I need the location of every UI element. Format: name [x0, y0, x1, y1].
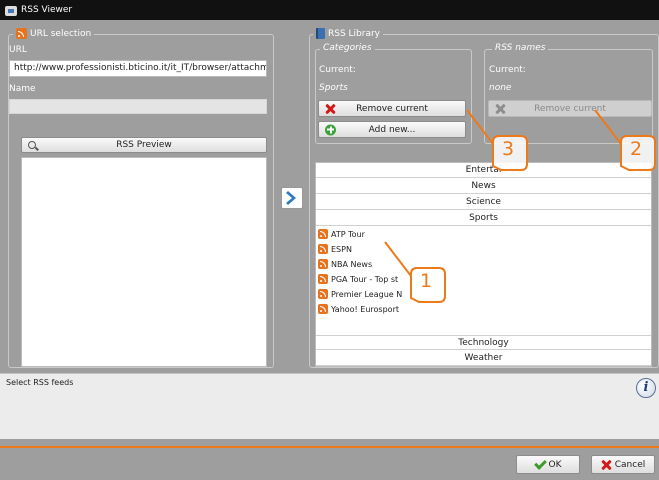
name-label: Name: [9, 84, 36, 94]
rss-icon: [16, 28, 27, 39]
feed-item[interactable]: ATP Tour: [318, 228, 365, 240]
remove-icon: [495, 104, 505, 114]
magnifier-icon: [28, 141, 36, 149]
add-to-library-button[interactable]: [281, 187, 303, 209]
remove-icon: [325, 104, 335, 114]
categories-current-value: Sports: [319, 83, 348, 93]
rss-icon: [318, 304, 328, 314]
rss-preview-area[interactable]: [21, 157, 267, 367]
feed-label: NBA News: [331, 259, 373, 269]
url-label: URL: [9, 45, 27, 55]
app-icon: [5, 6, 17, 16]
add-icon: [325, 124, 336, 135]
callout-2: 2: [594, 109, 657, 172]
rss-icon: [318, 229, 328, 239]
remove-category-label: Remove current: [356, 103, 428, 114]
rss-names-current-label: Current:: [489, 65, 526, 75]
rss-library-legend: RSS Library: [313, 28, 384, 39]
category-item-weather[interactable]: Weather: [316, 351, 651, 366]
callout-3: 3: [466, 109, 529, 172]
rss-icon: [318, 289, 328, 299]
feed-label: ESPN: [331, 244, 352, 254]
window-title: RSS Viewer: [21, 5, 73, 15]
url-selection-legend: URL selection: [13, 28, 95, 39]
rss-names-heading: RSS names: [492, 43, 549, 53]
feed-label: Premier League N: [331, 289, 403, 299]
cancel-icon: [601, 460, 611, 470]
status-panel: [0, 373, 659, 439]
category-item-news[interactable]: News: [316, 179, 651, 194]
rss-icon: [318, 274, 328, 284]
rss-preview-button[interactable]: RSS Preview: [21, 137, 267, 153]
feed-item[interactable]: Yahoo! Eurosport: [318, 303, 399, 315]
feed-label: ATP Tour: [331, 229, 365, 239]
callout-number: 2: [629, 138, 643, 160]
check-icon: [533, 456, 547, 470]
remove-rss-name-label: Remove current: [534, 103, 606, 114]
categories-current-label: Current:: [319, 65, 356, 75]
add-category-label: Add new...: [368, 124, 416, 135]
categories-heading: Categories: [320, 43, 375, 53]
cancel-button[interactable]: Cancel: [591, 455, 655, 474]
chevron-right-icon: [286, 191, 296, 205]
rss-icon: [318, 259, 328, 269]
callout-number: 3: [501, 138, 515, 160]
ok-label: OK: [548, 459, 562, 470]
info-glyph: i: [643, 380, 649, 395]
status-text: Select RSS feeds: [6, 378, 74, 387]
add-category-button[interactable]: Add new...: [318, 121, 466, 138]
title-bar: RSS Viewer: [0, 0, 659, 20]
feed-item[interactable]: PGA Tour - Top st: [318, 273, 398, 285]
rss-preview-label: RSS Preview: [116, 140, 172, 150]
remove-rss-name-button[interactable]: Remove current: [488, 100, 652, 117]
remove-category-button[interactable]: Remove current: [318, 100, 466, 117]
category-item-entertainment[interactable]: Entertai: [316, 163, 651, 178]
feed-item[interactable]: ESPN: [318, 243, 352, 255]
category-item-science[interactable]: Science: [316, 195, 651, 210]
feed-item[interactable]: Premier League N: [318, 288, 402, 300]
callout-number: 1: [419, 270, 433, 292]
ok-button[interactable]: OK: [516, 455, 580, 474]
feed-label: PGA Tour - Top st: [331, 274, 399, 284]
category-item-technology[interactable]: Technology: [316, 335, 651, 350]
info-icon[interactable]: i: [636, 378, 656, 398]
callout-1: 1: [384, 241, 447, 304]
category-item-sports[interactable]: Sports: [316, 211, 651, 226]
rss-names-current-value: none: [489, 83, 512, 93]
feed-item[interactable]: NBA News: [318, 258, 372, 270]
name-field[interactable]: [9, 99, 267, 114]
library-book-icon: [316, 28, 325, 39]
cancel-label: Cancel: [614, 459, 646, 470]
feed-label: Yahoo! Eurosport: [331, 304, 399, 314]
rss-library-title: RSS Library: [328, 28, 381, 39]
url-selection-title: URL selection: [30, 28, 92, 39]
footer-divider: [0, 446, 659, 448]
rss-icon: [318, 244, 328, 254]
url-field[interactable]: http://www.professionisti.bticino.it/it_…: [9, 60, 267, 77]
